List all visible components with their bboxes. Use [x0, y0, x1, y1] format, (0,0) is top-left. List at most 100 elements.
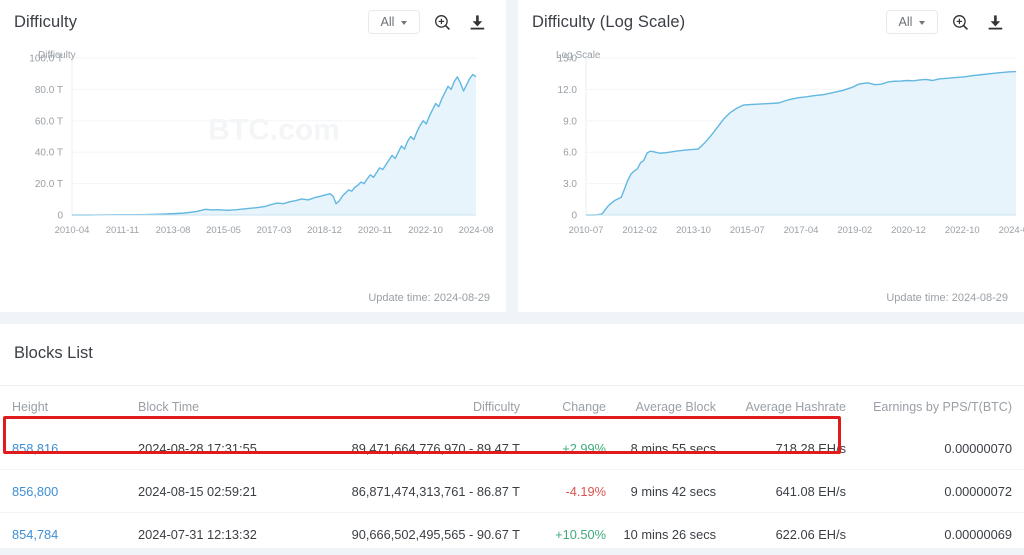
- difficulty-log-range-select[interactable]: All: [886, 10, 938, 34]
- svg-text:2022-10: 2022-10: [408, 225, 443, 236]
- cell-earnings-text: 0.00000070: [944, 441, 1012, 456]
- chevron-down-icon: [401, 21, 407, 25]
- column-header-earnings[interactable]: Earnings by PPS/T(BTC): [846, 386, 1024, 427]
- difficulty-log-axis-name: Log Scale: [556, 50, 600, 61]
- difficulty-chart-title: Difficulty: [14, 13, 77, 32]
- svg-text:60.0 T: 60.0 T: [35, 116, 63, 127]
- cell-height-text: 858,816: [12, 441, 58, 456]
- cell-change: +2.99%: [520, 427, 606, 470]
- cell-average-hashrate-text: 641.08 EH/s: [776, 484, 846, 499]
- cell-average-block-text: 8 mins 55 secs: [631, 441, 716, 456]
- difficulty-log-download-button[interactable]: [982, 9, 1008, 35]
- difficulty-log-chart-card: Difficulty (Log Scale) All: [518, 0, 1024, 312]
- svg-text:2019-02: 2019-02: [837, 225, 872, 236]
- cell-earnings-text: 0.00000072: [944, 484, 1012, 499]
- blocks-list-title: Blocks List: [0, 324, 1024, 363]
- svg-text:2024-08: 2024-08: [459, 225, 494, 236]
- difficulty-log-range-label: All: [899, 15, 913, 29]
- cell-difficulty: 90,666,502,495,565 - 90.67 T: [328, 513, 520, 555]
- cell-earnings-text: 0.00000069: [944, 527, 1012, 542]
- column-header-average-block[interactable]: Average Block: [606, 386, 716, 427]
- cell-average-hashrate: 718.28 EH/s: [716, 427, 846, 470]
- svg-text:20.0 T: 20.0 T: [35, 179, 63, 190]
- svg-text:0: 0: [571, 211, 577, 222]
- cell-height-text: 856,800: [12, 484, 58, 499]
- svg-text:2017-04: 2017-04: [784, 225, 819, 236]
- svg-text:6.0: 6.0: [563, 148, 577, 159]
- difficulty-page: Difficulty All: [0, 0, 1024, 548]
- blocks-list-card: Blocks List Height Block Time Difficulty…: [0, 324, 1024, 548]
- cell-average-hashrate-text: 622.06 EH/s: [776, 527, 846, 542]
- column-header-difficulty[interactable]: Difficulty: [328, 386, 520, 427]
- svg-text:2012-02: 2012-02: [622, 225, 657, 236]
- difficulty-chart-plot: 020.0 T40.0 T60.0 T80.0 T100.0 TBTC.com2…: [0, 44, 506, 259]
- cell-height[interactable]: 856,800: [0, 470, 138, 513]
- svg-text:2018-12: 2018-12: [307, 225, 342, 236]
- column-header-change[interactable]: Change: [520, 386, 606, 427]
- svg-text:2010-04: 2010-04: [55, 225, 90, 236]
- svg-text:2020-12: 2020-12: [891, 225, 926, 236]
- cell-block-time: 2024-08-15 02:59:21: [138, 470, 328, 513]
- difficulty-chart-card: Difficulty All: [0, 0, 506, 312]
- cell-average-hashrate: 622.06 EH/s: [716, 513, 846, 555]
- svg-text:2024-08: 2024-08: [999, 225, 1024, 236]
- cell-earnings: 0.00000070: [846, 427, 1024, 470]
- svg-text:2017-03: 2017-03: [257, 225, 292, 236]
- zoom-in-icon: [952, 14, 969, 31]
- difficulty-log-chart-header: Difficulty (Log Scale) All: [518, 0, 1024, 44]
- svg-text:2010-07: 2010-07: [569, 225, 604, 236]
- cell-average-hashrate: 641.08 EH/s: [716, 470, 846, 513]
- svg-text:12.0: 12.0: [558, 85, 578, 96]
- difficulty-log-chart-plot: 03.06.09.012.015.0BTC.com2010-072012-022…: [518, 44, 1024, 259]
- svg-text:BTC.com: BTC.com: [208, 114, 340, 147]
- column-header-block-time[interactable]: Block Time: [138, 386, 328, 427]
- cell-block-time-text: 2024-08-15 02:59:21: [138, 484, 257, 499]
- cell-difficulty-text: 89,471,664,776,970 - 89.47 T: [352, 441, 520, 456]
- table-row[interactable]: 856,800 2024-08-15 02:59:21 86,871,474,313…: [0, 470, 1024, 513]
- difficulty-log-zoom-in-button[interactable]: [947, 9, 973, 35]
- difficulty-update-time: Update time: 2024-08-29: [368, 292, 490, 304]
- svg-text:2013-10: 2013-10: [676, 225, 711, 236]
- cell-change-text: -4.19%: [565, 484, 606, 499]
- cell-average-block: 8 mins 55 secs: [606, 427, 716, 470]
- difficulty-download-button[interactable]: [464, 9, 490, 35]
- cell-change: -4.19%: [520, 470, 606, 513]
- download-icon: [987, 14, 1004, 31]
- difficulty-log-chart-body: Log Scale 03.06.09.012.015.0BTC.com2010-…: [518, 44, 1024, 259]
- cell-block-time: 2024-07-31 12:13:32: [138, 513, 328, 555]
- cell-change-text: +10.50%: [555, 527, 606, 542]
- cell-height-text: 854,784: [12, 527, 58, 542]
- table-row[interactable]: 854,784 2024-07-31 12:13:32 90,666,502,495…: [0, 513, 1024, 555]
- cell-earnings: 0.00000069: [846, 513, 1024, 555]
- cell-height[interactable]: 854,784: [0, 513, 138, 555]
- svg-text:2022-10: 2022-10: [945, 225, 980, 236]
- cell-earnings: 0.00000072: [846, 470, 1024, 513]
- cell-block-time: 2024-08-28 17:31:55: [138, 427, 328, 470]
- svg-text:2020-11: 2020-11: [358, 225, 392, 236]
- column-header-height[interactable]: Height: [0, 386, 138, 427]
- blocks-table: Height Block Time Difficulty Change Aver…: [0, 386, 1024, 555]
- table-row[interactable]: 858,816 2024-08-28 17:31:55 89,471,664,776…: [0, 427, 1024, 470]
- difficulty-range-label: All: [381, 15, 395, 29]
- cell-height[interactable]: 858,816: [0, 427, 138, 470]
- difficulty-zoom-in-button[interactable]: [429, 9, 455, 35]
- cell-average-block-text: 9 mins 42 secs: [631, 484, 716, 499]
- difficulty-chart-header: Difficulty All: [0, 0, 506, 44]
- svg-text:2015-05: 2015-05: [206, 225, 241, 236]
- svg-text:2011-11: 2011-11: [106, 225, 139, 236]
- cell-change-text: +2.99%: [562, 441, 606, 456]
- cell-average-block-text: 10 mins 26 secs: [624, 527, 716, 542]
- cell-average-block: 9 mins 42 secs: [606, 470, 716, 513]
- blocks-table-head: Height Block Time Difficulty Change Aver…: [0, 386, 1024, 427]
- column-header-average-hashrate[interactable]: Average Hashrate: [716, 386, 846, 427]
- cell-difficulty: 86,871,474,313,761 - 86.87 T: [328, 470, 520, 513]
- table-header-row: Height Block Time Difficulty Change Aver…: [0, 386, 1024, 427]
- cell-average-block: 10 mins 26 secs: [606, 513, 716, 555]
- zoom-in-icon: [434, 14, 451, 31]
- svg-text:0: 0: [57, 211, 63, 222]
- difficulty-range-select[interactable]: All: [368, 10, 420, 34]
- cell-difficulty: 89,471,664,776,970 - 89.47 T: [328, 427, 520, 470]
- difficulty-chart-body: Difficulty 020.0 T40.0 T60.0 T80.0 T100.…: [0, 44, 506, 259]
- cell-block-time-text: 2024-07-31 12:13:32: [138, 527, 257, 542]
- difficulty-axis-name: Difficulty: [38, 50, 76, 61]
